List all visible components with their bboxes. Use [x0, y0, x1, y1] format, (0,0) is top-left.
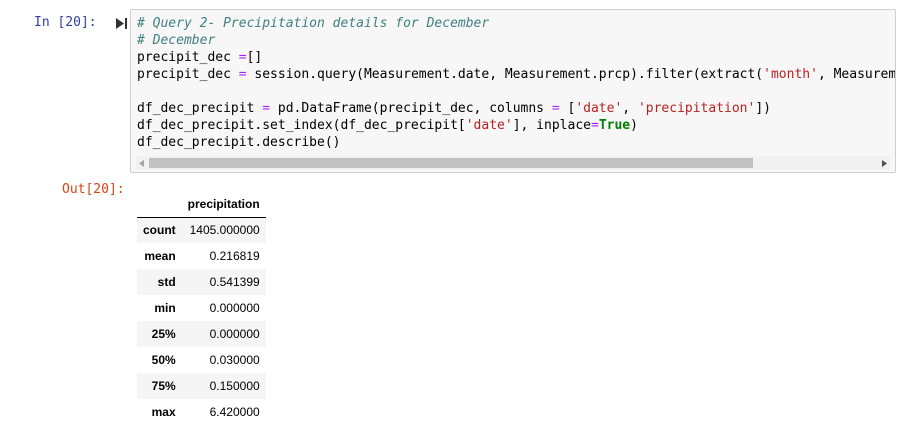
row-label: min: [154, 301, 176, 315]
table-row: mean 0.216819: [137, 243, 266, 269]
code-keyword: True: [598, 118, 631, 133]
code-text: precipit_dec: [137, 67, 239, 82]
code-text: [: [559, 101, 576, 116]
row-label: 75%: [151, 379, 176, 393]
column-header: precipitation: [181, 192, 266, 218]
row-label: count: [143, 223, 176, 238]
cell-value: 6.420000: [209, 405, 260, 419]
code-string: 'date': [465, 118, 513, 133]
table-row: 25% 0.000000: [137, 321, 266, 347]
scrollbar-thumb[interactable]: [149, 158, 753, 168]
code-line: df_dec_precipit = pd.DataFrame(precipit_…: [137, 100, 895, 117]
code-operator: =: [590, 118, 599, 133]
code-comment: # Query 2- Precipitation details for Dec…: [137, 16, 490, 31]
code-line: precipit_dec = session.query(Measurement…: [137, 66, 896, 83]
code-text: precipit_dec: [137, 50, 239, 65]
run-cell-icon[interactable]: [115, 17, 128, 30]
code-text: session.query(Measurement.date, Measurem…: [246, 67, 764, 82]
code-editor[interactable]: # Query 2- Precipitation details for Dec…: [137, 15, 896, 151]
code-operator: =: [238, 67, 247, 82]
horizontal-scrollbar[interactable]: [136, 156, 890, 170]
table-row: 50% 0.030000: [137, 347, 266, 373]
row-label: 50%: [151, 353, 176, 367]
code-line: # Query 2- Precipitation details for Dec…: [137, 15, 895, 32]
code-text: ], inplace: [512, 118, 591, 133]
code-text: , Measuremen: [817, 67, 896, 82]
output-prompt: Out[20]:: [62, 182, 125, 197]
code-text: []: [246, 50, 263, 65]
table-row: max 6.420000: [137, 399, 266, 425]
code-operator: =: [551, 101, 560, 116]
code-text: ,: [622, 101, 638, 116]
table-row: 75% 0.150000: [137, 373, 266, 399]
scroll-right-arrow-icon[interactable]: [878, 156, 890, 170]
code-cell-input[interactable]: # Query 2- Precipitation details for Dec…: [130, 9, 896, 173]
table-row: min 0.000000: [137, 295, 266, 321]
index-header: [137, 192, 182, 218]
code-string: 'precipitation': [637, 101, 756, 116]
code-text: ): [630, 118, 638, 133]
code-line: df_dec_precipit.set_index(df_dec_precipi…: [137, 117, 895, 134]
row-label: max: [151, 405, 176, 419]
code-text: pd.DataFrame(precipit_dec, columns: [270, 101, 552, 116]
code-text: df_dec_precipit.set_index(df_dec_precipi…: [137, 118, 466, 133]
code-string: 'month': [763, 67, 818, 82]
row-label: 25%: [151, 327, 176, 341]
code-operator: =: [262, 101, 271, 116]
cell-value: 0.030000: [209, 353, 260, 367]
table-row: std 0.541399: [137, 269, 266, 295]
cell-value: 0.000000: [209, 327, 260, 341]
cell-value: 0.000000: [209, 301, 260, 315]
cell-value: 1405.000000: [189, 223, 260, 238]
code-line: precipit_dec =[]: [137, 49, 895, 66]
row-label: mean: [144, 249, 176, 263]
cell-value: 0.216819: [209, 249, 260, 263]
table-header-row: precipitation: [137, 192, 266, 218]
row-label: std: [157, 275, 176, 289]
code-comment: # December: [137, 33, 216, 48]
cell-value: 0.541399: [209, 275, 260, 289]
cell-value: 0.150000: [209, 379, 260, 393]
code-text: ]): [755, 101, 771, 116]
code-operator: =: [238, 50, 247, 65]
code-text: df_dec_precipit: [137, 101, 263, 116]
input-prompt: In [20]:: [34, 15, 97, 30]
describe-dataframe-table: precipitation count 1405.000000 mean 0.216…: [137, 192, 266, 425]
table-row: count 1405.000000: [137, 217, 266, 243]
code-text: df_dec_precipit.describe(): [137, 135, 341, 150]
code-string: 'date': [575, 101, 623, 116]
scroll-left-arrow-icon[interactable]: [136, 156, 148, 170]
code-line: # December: [137, 32, 895, 49]
code-line: df_dec_precipit.describe(): [137, 134, 895, 151]
